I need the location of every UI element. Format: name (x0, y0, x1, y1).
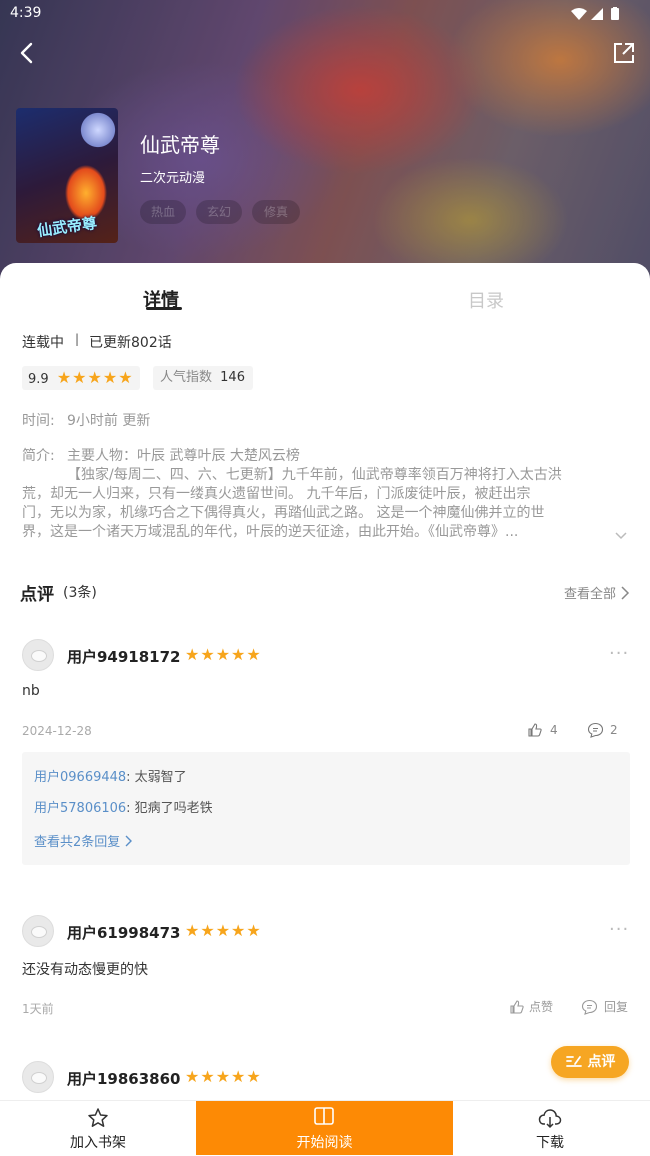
tag-chip[interactable]: 玄幻 (196, 200, 242, 224)
reply-button[interactable]: 回复 (581, 998, 628, 1015)
comment-bubble-icon (587, 722, 604, 738)
status-time: 4:39 (10, 5, 42, 21)
like-button[interactable]: 4 (527, 722, 558, 738)
like-label: 点赞 (529, 1000, 554, 1014)
like-button[interactable]: 点赞 (509, 998, 553, 1015)
back-chevron-icon (20, 42, 33, 64)
reviews-count: (3条) (63, 585, 97, 601)
intro-line: 门，无以为家，机缘巧合之下偶得真火，再踏仙武之路。 这是一个神魔仙佛并立的世 (22, 505, 545, 521)
reply-item[interactable]: 用户09669448: 太弱智了 (34, 766, 187, 785)
add-to-shelf-label: 加入书架 (70, 1135, 126, 1151)
star-outline-icon (88, 1108, 108, 1127)
tag-chip[interactable]: 修真 (252, 200, 300, 224)
intro-line: 界，这是一个诸天万域混乱的年代，叶辰的逆天征途，由此开始。《仙武帝尊》... (22, 524, 519, 540)
avatar[interactable] (22, 915, 54, 947)
more-options-icon[interactable]: ··· (609, 919, 629, 940)
intro-line: 【独家/每周二、四、六、七更新】九千年前，仙武帝尊率领百万神将打入太古洪 (67, 467, 562, 483)
review-text: 还没有动态慢更的快 (22, 962, 148, 978)
cover-logo-text: 仙武帝尊 (36, 213, 99, 241)
comic-cover-image: 仙武帝尊 (16, 108, 118, 243)
chevron-right-icon (125, 835, 133, 846)
open-book-icon (314, 1107, 334, 1125)
view-replies-label: 查看共2条回复 (34, 835, 121, 850)
like-count: 4 (550, 723, 558, 737)
pen-icon (565, 1056, 582, 1067)
review-date: 2024-12-28 (22, 724, 92, 738)
tab-underline (146, 307, 182, 310)
review-stars-icon: ★★★★★ (185, 921, 262, 940)
update-count: 已更新802话 (89, 335, 172, 351)
reply-label: 回复 (604, 1000, 629, 1014)
start-reading-label: 开始阅读 (296, 1135, 353, 1151)
comic-title: 仙武帝尊 (140, 133, 220, 157)
comic-category: 二次元动漫 (140, 171, 206, 186)
popularity-value: 146 (220, 370, 245, 385)
serial-status: 连载中 (22, 335, 64, 351)
review-username[interactable]: 用户19863860 (67, 1068, 181, 1089)
time-label: 时间: (22, 413, 55, 429)
view-replies-link[interactable]: 查看共2条回复 (34, 831, 134, 850)
review-stars-icon: ★★★★★ (185, 1067, 262, 1086)
review-date: 1天前 (22, 1002, 54, 1016)
rating-stars-icon: ★★★★★ (56, 368, 134, 387)
score-pill: 9.9 ★★★★★ (22, 366, 140, 390)
thumbs-up-icon (528, 723, 542, 737)
detail-sheet (0, 263, 650, 1155)
comment-bubble-icon (581, 999, 598, 1015)
reply-count: 2 (610, 723, 618, 737)
download-button[interactable]: 下载 (512, 1104, 588, 1152)
thumbs-up-icon (510, 999, 524, 1014)
view-all-label: 查看全部 (564, 587, 617, 602)
reply-username[interactable]: 用户09669448 (34, 770, 126, 785)
review-stars-icon: ★★★★★ (185, 645, 262, 664)
view-all-reviews-link[interactable]: 查看全部 (564, 583, 631, 602)
intro-line: 主要人物：叶辰 武尊叶辰 大楚风云榜 (67, 448, 300, 464)
score-value: 9.9 (28, 372, 49, 387)
reviews-heading: 点评 (20, 585, 54, 605)
chevron-down-icon (615, 532, 627, 540)
expand-intro-button[interactable] (614, 526, 628, 545)
popularity-label: 人气指数 (160, 370, 213, 385)
popularity-pill: 人气指数 146 (153, 366, 253, 390)
review-username[interactable]: 用户94918172 (67, 646, 181, 667)
info-separator: | (75, 332, 80, 346)
chevron-right-icon (621, 585, 630, 600)
update-time: 9小时前 更新 (67, 413, 151, 429)
wifi-signal-battery-icon (571, 7, 619, 20)
more-options-icon[interactable]: ··· (609, 643, 629, 664)
avatar[interactable] (22, 639, 54, 671)
reply-button[interactable]: 2 (587, 722, 618, 738)
reply-text: : 太弱智了 (126, 770, 187, 785)
intro-label: 简介: (22, 448, 55, 464)
review-username[interactable]: 用户61998473 (67, 922, 181, 943)
reply-username[interactable]: 用户57806106 (34, 801, 126, 816)
status-icons (571, 6, 641, 20)
share-icon (614, 43, 634, 63)
reply-item[interactable]: 用户57806106: 犯病了吗老铁 (34, 797, 213, 816)
intro-text[interactable]: 主要人物：叶辰 武尊叶辰 大楚风云榜 【独家/每周二、四、六、七更新】九千年前，… (22, 447, 637, 542)
reply-text: : 犯病了吗老铁 (126, 801, 213, 816)
review-text: nb (22, 683, 40, 699)
share-button[interactable] (612, 41, 636, 65)
download-label: 下载 (536, 1135, 564, 1151)
add-to-shelf-button[interactable]: 加入书架 (56, 1104, 140, 1152)
tab-catalog[interactable]: 目录 (468, 287, 504, 313)
start-reading-button[interactable]: 开始阅读 (196, 1101, 453, 1155)
tag-chip[interactable]: 热血 (140, 200, 186, 224)
intro-line: 荒，却无一人归来，只有一缕真火遗留世间。 九千年后，门派废徒叶辰，被赶出宗 (22, 486, 531, 502)
write-review-label: 点评 (587, 1054, 616, 1070)
cloud-download-icon (538, 1109, 562, 1129)
write-review-button[interactable]: 点评 (551, 1046, 629, 1078)
back-button[interactable] (14, 40, 40, 66)
avatar[interactable] (22, 1061, 54, 1093)
